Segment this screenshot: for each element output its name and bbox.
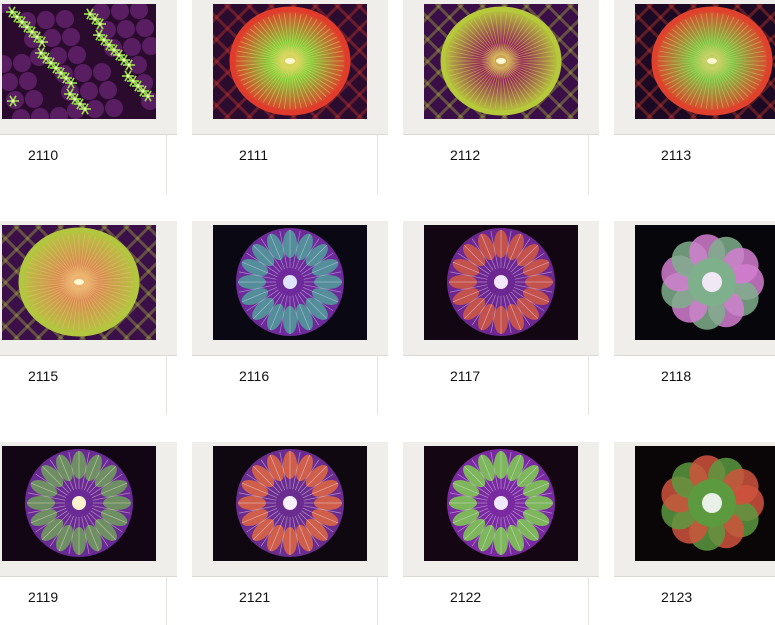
coral-photo[interactable] [635,4,775,119]
gallery-item[interactable]: 2119 [0,442,177,625]
item-number: 2122 [450,589,482,605]
divider [166,576,167,625]
item-number: 2116 [239,368,270,384]
coral-image [635,446,775,561]
coral-photo[interactable] [213,225,367,340]
coral-photo[interactable] [424,4,578,119]
item-number: 2113 [661,147,692,163]
coral-photo[interactable] [2,225,156,340]
coral-image [213,4,367,119]
item-number: 2111 [239,147,269,163]
gallery-item[interactable]: 2116 [192,221,388,415]
item-number: 2123 [661,589,693,605]
coral-photo[interactable] [424,225,578,340]
divider [588,576,589,625]
coral-image [2,225,156,340]
coral-photo[interactable] [635,225,775,340]
coral-image [424,446,578,561]
divider [377,355,378,415]
item-number: 2117 [450,368,481,384]
divider [588,134,589,194]
coral-photo[interactable] [213,446,367,561]
item-number: 2119 [28,589,59,605]
coral-photo[interactable] [424,446,578,561]
item-number: 2118 [661,368,692,384]
coral-image [213,446,367,561]
gallery-item[interactable]: 2113 [614,0,775,190]
divider [377,134,378,194]
coral-image [635,4,775,119]
coral-image [424,4,578,119]
coral-photo[interactable] [635,446,775,561]
divider [166,134,167,194]
gallery-item[interactable]: 2111 [192,0,388,194]
divider [588,355,589,415]
gallery-item[interactable]: 2122 [403,442,599,625]
coral-image [213,225,367,340]
gallery-item[interactable]: 2121 [192,442,388,625]
coral-image [2,446,156,561]
gallery-item[interactable]: 2123 [614,442,775,625]
coral-photo[interactable] [213,4,367,119]
coral-image [424,225,578,340]
gallery-item[interactable]: 2115 [0,221,177,415]
divider [377,576,378,625]
coral-image [2,4,156,119]
item-number: 2112 [450,147,481,163]
gallery-item[interactable]: 2112 [403,0,599,194]
coral-photo[interactable] [2,4,156,119]
gallery-item[interactable]: 2117 [403,221,599,415]
divider [166,355,167,415]
coral-image [635,225,775,340]
coral-gallery-grid: 2110 2111 2112 2113 2115 2116 2117 2118 … [0,0,775,625]
coral-photo[interactable] [2,446,156,561]
gallery-item[interactable]: 2110 [0,0,177,194]
item-number: 2110 [28,147,59,163]
item-number: 2121 [239,589,271,605]
gallery-item[interactable]: 2118 [614,221,775,411]
item-number: 2115 [28,368,59,384]
